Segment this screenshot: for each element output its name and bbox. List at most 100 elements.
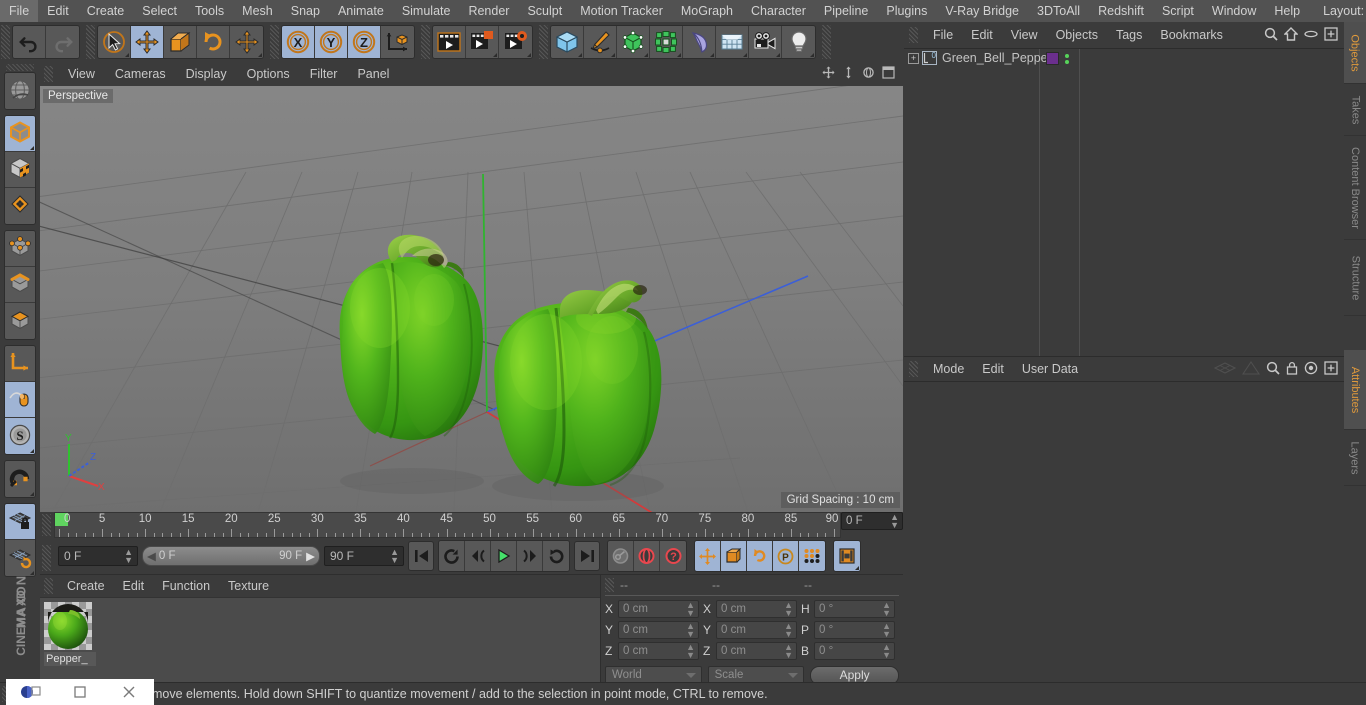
start-frame-field[interactable]: 0 F ▲ ▼ (58, 546, 138, 566)
viewport-menu-display[interactable]: Display (176, 62, 237, 86)
expand-corner-icon[interactable] (258, 53, 262, 57)
rotation-field[interactable]: 0 ° ▲ ▼ (814, 600, 895, 618)
expand-corner-icon[interactable] (611, 53, 615, 57)
world-coordinate-button[interactable] (381, 26, 414, 58)
spinner-icon[interactable]: ▲ ▼ (882, 622, 891, 639)
expand-icon[interactable]: + (908, 52, 919, 64)
expand-corner-icon[interactable] (30, 492, 34, 496)
workplane-lock-button[interactable] (5, 504, 35, 540)
expand-corner-icon[interactable] (710, 53, 714, 57)
expand-corner-icon[interactable] (493, 53, 497, 57)
spinner-icon[interactable]: ▲ ▼ (784, 601, 793, 618)
undo-view-button[interactable] (5, 73, 35, 109)
position-field[interactable]: 0 cm ▲ ▼ (618, 600, 699, 618)
autokeying-button[interactable] (634, 541, 660, 571)
array-button[interactable] (650, 26, 683, 58)
tab-takes[interactable]: Takes (1344, 84, 1366, 136)
pla-key-button[interactable] (799, 541, 825, 571)
menu-animate[interactable]: Animate (329, 0, 393, 22)
play-backwards-button[interactable] (439, 541, 465, 571)
position-key-button[interactable] (695, 541, 721, 571)
object-menu-bookmarks[interactable]: Bookmarks (1151, 22, 1232, 48)
attribute-menu-user-data[interactable]: User Data (1013, 357, 1087, 381)
scale-button[interactable] (164, 26, 197, 58)
timeline-grip[interactable] (42, 514, 51, 536)
polygons-mode-button[interactable] (5, 303, 35, 339)
menu-render[interactable]: Render (459, 0, 518, 22)
transport-grip[interactable] (42, 545, 51, 571)
viewport-menu-filter[interactable]: Filter (300, 62, 348, 86)
scale-key-button[interactable] (721, 541, 747, 571)
range-right-arrow-icon[interactable]: ▶ (306, 549, 315, 563)
spinner-icon[interactable]: ▲ ▼ (124, 548, 133, 565)
size-field[interactable]: 0 cm ▲ ▼ (716, 600, 797, 618)
undo-button[interactable] (13, 26, 46, 58)
material-menu-edit[interactable]: Edit (114, 575, 154, 597)
search-icon[interactable] (1266, 361, 1280, 378)
pan-icon[interactable] (822, 66, 835, 82)
keyframe-selection-button[interactable]: ? (660, 541, 686, 571)
menu-create[interactable]: Create (78, 0, 134, 22)
target-icon[interactable] (1304, 361, 1318, 378)
spinner-icon[interactable]: ▲ ▼ (390, 548, 399, 565)
redo-button[interactable] (46, 26, 79, 58)
menu-simulate[interactable]: Simulate (393, 0, 460, 22)
menu-file[interactable]: File (0, 0, 39, 22)
expand-corner-icon[interactable] (644, 53, 648, 57)
range-left-arrow-icon[interactable]: ◀ (147, 549, 156, 563)
material-menu-function[interactable]: Function (153, 575, 219, 597)
expand-corner-icon[interactable] (30, 146, 34, 150)
toolbar-grip[interactable] (539, 25, 548, 59)
rotate-button[interactable] (197, 26, 230, 58)
material-menu-create[interactable]: Create (58, 575, 114, 597)
minimize-icon[interactable] (55, 679, 104, 705)
visibility-dots-icon[interactable] (1065, 53, 1069, 64)
end-frame-field[interactable]: 90 F ▲ ▼ (324, 546, 404, 566)
menu-plugins[interactable]: Plugins (877, 0, 936, 22)
spinner-icon[interactable]: ▲ ▼ (890, 513, 899, 530)
object-menu-file[interactable]: File (924, 22, 962, 48)
triangle-icon[interactable] (1241, 360, 1261, 378)
spline-pen-button[interactable] (584, 26, 617, 58)
coordinate-grip[interactable] (605, 578, 614, 592)
viewport-grip[interactable] (44, 66, 53, 82)
spinner-icon[interactable]: ▲ ▼ (686, 643, 695, 660)
object-menu-view[interactable]: View (1002, 22, 1047, 48)
attribute-grip[interactable] (909, 361, 918, 377)
nurbs-button[interactable] (617, 26, 650, 58)
menu-pipeline[interactable]: Pipeline (815, 0, 877, 22)
bend-deformer-button[interactable] (683, 26, 716, 58)
timeline-ruler[interactable]: 0 5 10 15 20 25 30 35 40 45 50 55 60 65 70 75 80 85 90 (54, 512, 841, 538)
spinner-icon[interactable]: ▲ ▼ (882, 643, 891, 660)
object-menu-edit[interactable]: Edit (962, 22, 1002, 48)
lock-icon[interactable] (1286, 361, 1298, 378)
close-icon[interactable] (105, 679, 154, 705)
play-forward-button[interactable] (491, 541, 517, 571)
menu-v-ray-bridge[interactable]: V-Ray Bridge (936, 0, 1028, 22)
spinner-icon[interactable]: ▲ ▼ (686, 622, 695, 639)
new-view-icon[interactable] (1324, 26, 1338, 44)
move-button[interactable] (131, 26, 164, 58)
loop-button[interactable] (543, 541, 569, 571)
toolbar-grip[interactable] (86, 25, 95, 59)
spinner-icon[interactable]: ▲ ▼ (686, 601, 695, 618)
mesh-left-icon[interactable] (1213, 361, 1237, 378)
soft-selection-button[interactable]: S (5, 418, 35, 454)
model-mode-button[interactable] (5, 152, 35, 188)
position-field[interactable]: 0 cm ▲ ▼ (618, 621, 699, 639)
viewport-menu-options[interactable]: Options (237, 62, 300, 86)
material-swatch[interactable] (44, 602, 92, 650)
expand-corner-icon[interactable] (776, 53, 780, 57)
material-item[interactable]: Pepper_ (44, 602, 96, 670)
tab-layers[interactable]: Layers (1344, 430, 1366, 486)
home-icon[interactable] (1283, 26, 1299, 44)
search-icon[interactable] (1264, 27, 1278, 44)
go-to-start-button[interactable] (408, 541, 434, 571)
previous-frame-button[interactable] (465, 541, 491, 571)
render-region-button[interactable] (466, 26, 499, 58)
preview-range-slider[interactable]: ◀ 0 F 90 F ▶ (142, 546, 320, 566)
object-tree[interactable]: + 0 Green_Bell_Pepper (904, 48, 1344, 356)
render-view-button[interactable] (433, 26, 466, 58)
material-grip[interactable] (44, 578, 53, 594)
toolbar-grip[interactable] (822, 25, 831, 59)
